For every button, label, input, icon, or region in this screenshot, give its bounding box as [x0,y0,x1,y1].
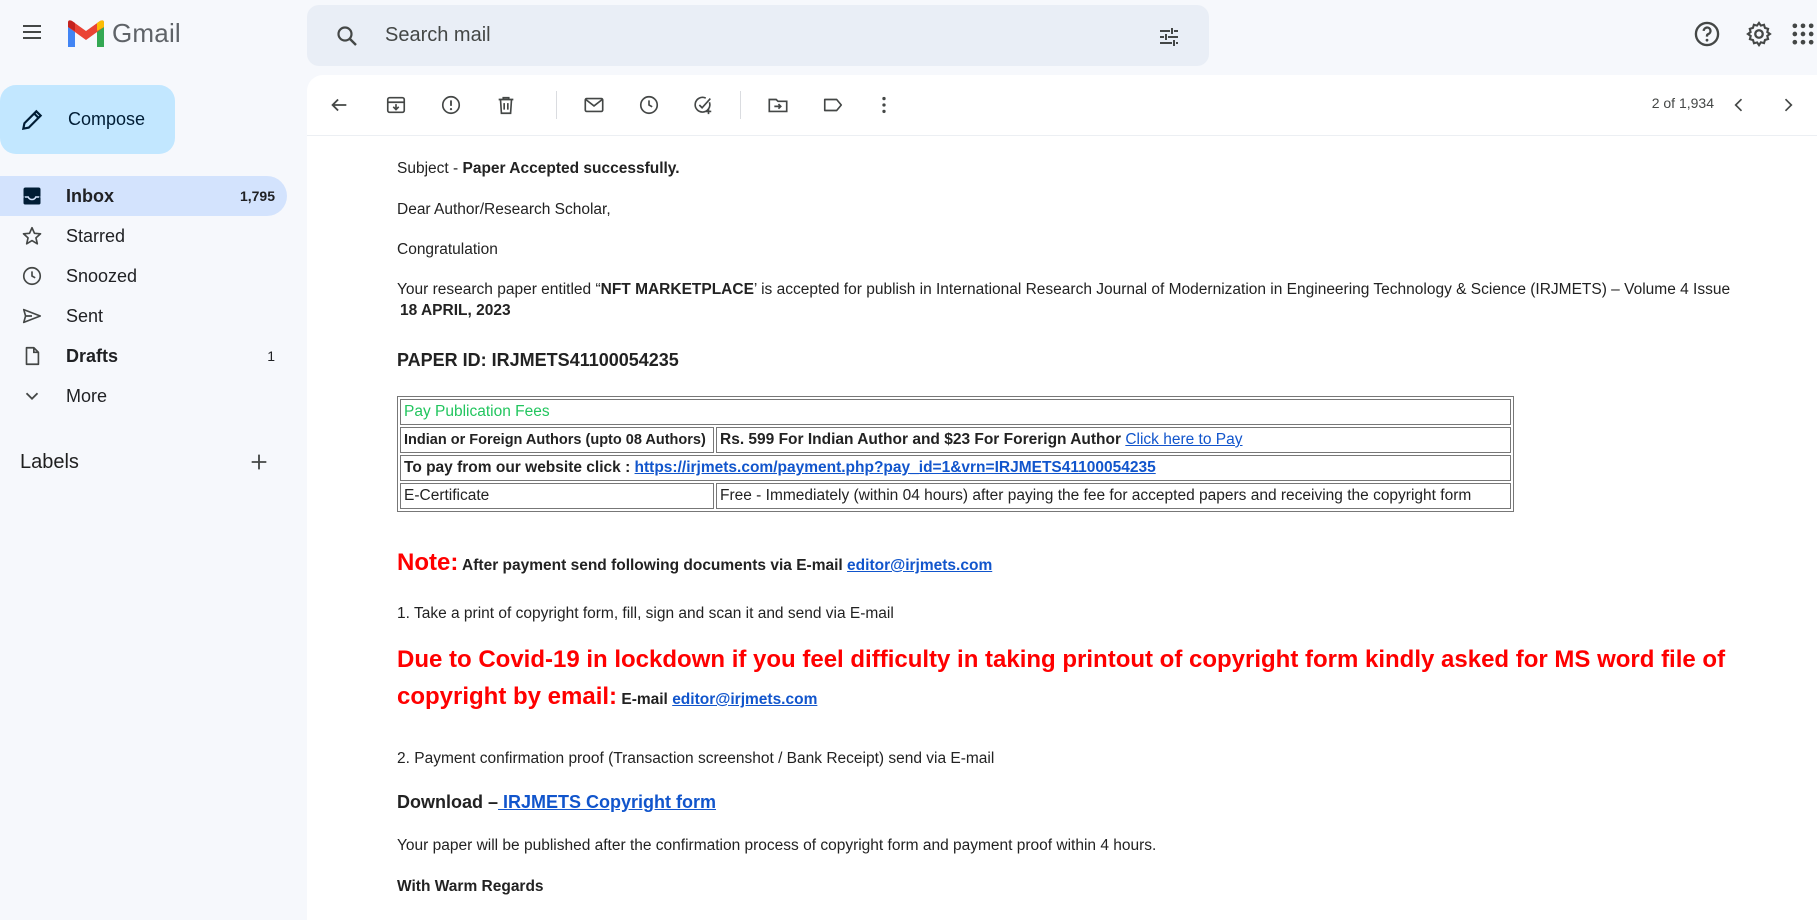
e-certificate-value-cell: Free - Immediately (within 04 hours) aft… [716,483,1511,509]
sidebar-item-sent[interactable]: Sent [0,296,287,336]
compose-button[interactable]: Compose [0,85,175,154]
compose-label: Compose [68,109,146,129]
download-line: Download – IRJMETS Copyright form [397,792,717,812]
sidebar-nav: Inbox 1,795 Starred Snoozed Sent Drafts … [0,176,287,416]
warm-regards: With Warm Regards [397,878,544,895]
sidebar-item-starred[interactable]: Starred [0,216,287,256]
sidebar-item-snoozed[interactable]: Snoozed [0,256,287,296]
fee-cell: Rs. 599 For Indian Author and $23 For Fo… [716,427,1511,453]
paper-title: NFT MARKETPLACE [600,281,754,298]
authors-label-cell: Indian or Foreign Authors (upto 08 Autho… [400,427,714,453]
subject-line: Subject - Paper Accepted successfully. [397,160,680,177]
copyright-form-download-link[interactable]: IRJMETS Copyright form [498,792,716,812]
inbox-icon [20,184,44,208]
editor-email-link[interactable]: editor@irjmets.com [847,557,992,574]
labels-section-header: Labels [0,444,287,480]
subject-text: Paper Accepted successfully. [462,160,680,177]
greeting: Dear Author/Research Scholar, [397,201,611,218]
newer-chevron-left-icon[interactable] [1721,87,1757,123]
star-icon [20,224,44,248]
e-certificate-label-cell: E-Certificate [400,483,714,509]
snooze-clock-icon[interactable] [631,87,667,123]
note-line: Note: After payment send following docum… [397,549,993,576]
drafts-count: 1 [267,348,275,364]
search-input[interactable] [383,23,1167,48]
pagination-text: 2 of 1,934 [1651,95,1714,111]
covid-editor-email-link[interactable]: editor@irjmets.com [672,691,817,708]
inbox-count: 1,795 [239,188,275,204]
settings-gear-icon[interactable] [1737,12,1781,56]
search-icon[interactable] [327,16,367,56]
publish-note: Your paper will be published after the c… [397,837,1157,854]
pencil-icon [18,106,46,134]
step-1-text: 1. Take a print of copyright form, fill,… [397,605,894,622]
issue-date: 18 APRIL, 2023 [400,302,511,319]
gmail-m-icon [68,19,104,47]
covid-notice-line-1: Due to Covid-19 in lockdown if you feel … [397,646,1726,673]
draft-icon [20,344,44,368]
email-toolbar: 2 of 1,934 [307,75,1817,136]
payment-url-link[interactable]: https://irjmets.com/payment.php?pay_id=1… [635,459,1156,476]
label-tag-icon[interactable] [815,87,851,123]
payment-table: Pay Publication Fees Indian or Foreign A… [397,396,1514,512]
help-icon[interactable] [1685,12,1729,56]
email-view: 2 of 1,934 Subject - Paper Accepted succ… [307,75,1817,920]
top-bar: Gmail [0,0,1817,72]
hamburger-menu-icon [23,25,41,39]
gmail-logo[interactable]: Gmail [66,18,181,49]
add-to-tasks-icon[interactable] [685,87,721,123]
note-label: Note: [397,549,459,576]
chevron-down-icon [20,384,44,408]
move-to-folder-icon[interactable] [760,87,796,123]
back-arrow-icon[interactable] [321,87,357,123]
sidebar-item-inbox[interactable]: Inbox 1,795 [0,176,287,216]
main-menu-button[interactable] [12,12,52,52]
sidebar-item-drafts[interactable]: Drafts 1 [0,336,287,376]
older-chevron-right-icon[interactable] [1770,87,1806,123]
clock-icon [20,264,44,288]
create-label-plus-icon[interactable] [241,444,277,480]
apps-grid-icon[interactable] [1789,12,1817,56]
archive-icon[interactable] [378,87,414,123]
pay-fees-header: Pay Publication Fees [400,399,1511,425]
more-options-vertical-icon[interactable] [866,87,902,123]
labels-title: Labels [20,450,79,473]
congratulation-line: Congratulation [397,241,498,258]
acceptance-paragraph: Your research paper entitled “NFT MARKET… [397,281,1731,298]
app-name: Gmail [112,18,181,48]
sidebar-item-more[interactable]: More [0,376,287,416]
mark-unread-envelope-icon[interactable] [576,87,612,123]
paper-id: PAPER ID: IRJMETS41100054235 [397,350,679,370]
send-icon [20,304,44,328]
step-2-text: 2. Payment confirmation proof (Transacti… [397,750,995,767]
website-pay-cell: To pay from our website click : https://… [400,455,1511,481]
search-bar[interactable] [307,5,1209,66]
click-here-to-pay-link[interactable]: Click here to Pay [1125,431,1242,448]
covid-notice-line-2: copyright by email: E-mail editor@irjmet… [397,683,818,710]
search-options-icon[interactable] [1149,17,1189,57]
delete-trash-icon[interactable] [488,87,524,123]
report-spam-icon[interactable] [433,87,469,123]
